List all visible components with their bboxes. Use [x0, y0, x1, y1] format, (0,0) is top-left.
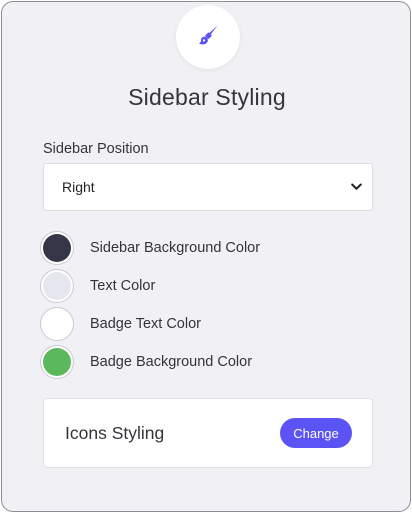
color-setting-badge-text: Badge Text Color	[40, 307, 201, 341]
badge-background-color-swatch[interactable]	[40, 345, 74, 379]
icons-styling-title: Icons Styling	[65, 422, 165, 443]
paintbrush-icon	[196, 23, 220, 52]
swatch-fill	[43, 348, 71, 376]
page-title: Sidebar Styling	[128, 84, 286, 110]
color-setting-sidebar-background: Sidebar Background Color	[40, 231, 260, 265]
chevron-down-icon	[350, 181, 362, 193]
change-icons-button[interactable]: Change	[280, 418, 352, 448]
color-setting-label: Sidebar Background Color	[90, 240, 261, 256]
sidebar-styling-panel: Sidebar Styling Sidebar Position Right S…	[1, 1, 411, 512]
color-setting-label: Text Color	[90, 278, 156, 294]
icons-styling-card: Icons Styling Change	[43, 398, 373, 468]
text-color-swatch[interactable]	[40, 269, 74, 303]
sidebar-background-color-swatch[interactable]	[40, 231, 74, 265]
badge-text-color-swatch[interactable]	[40, 307, 74, 341]
color-setting-label: Badge Text Color	[90, 316, 201, 332]
sidebar-position-label: Sidebar Position	[43, 141, 149, 157]
swatch-fill	[43, 310, 71, 338]
color-setting-badge-background: Badge Background Color	[40, 345, 252, 379]
header-icon-badge	[176, 5, 240, 69]
color-setting-text: Text Color	[40, 269, 155, 303]
swatch-fill	[43, 272, 71, 300]
color-setting-label: Badge Background Color	[90, 354, 253, 370]
sidebar-position-value: Right	[62, 179, 95, 195]
sidebar-position-select[interactable]: Right	[43, 163, 373, 211]
swatch-fill	[43, 234, 71, 262]
